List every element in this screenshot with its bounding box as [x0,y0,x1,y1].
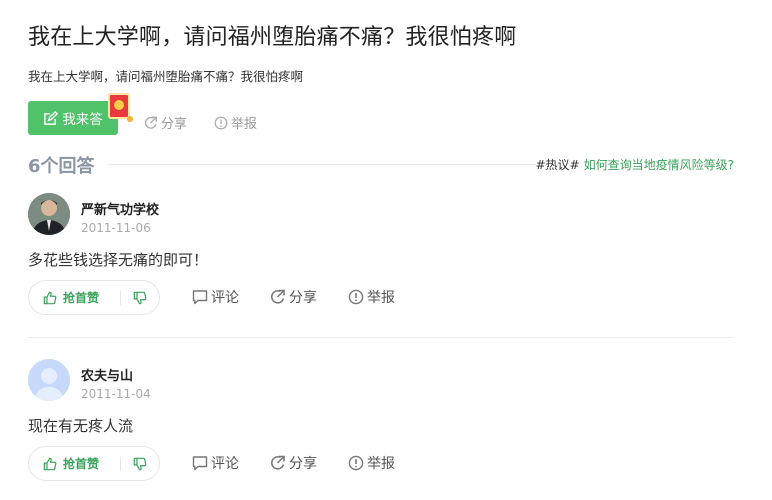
avatar[interactable] [28,359,70,401]
vote-widget: 抢首赞 [28,280,160,315]
upvote-label: 抢首赞 [63,291,100,305]
comment-icon [192,290,208,305]
user-photo [28,193,70,235]
comment-label: 评论 [211,290,239,306]
upvote-button[interactable]: 抢首赞 [29,289,120,306]
share-icon [271,289,285,304]
default-avatar-icon [28,359,70,401]
avatar[interactable] [28,193,70,235]
downvote-button[interactable] [121,457,159,471]
share-label: 分享 [289,456,317,472]
comment-icon [192,456,208,471]
report-label: 举报 [367,290,395,306]
username[interactable]: 农夫与山 [81,365,133,384]
thumbs-up-icon [43,457,57,470]
share-button[interactable]: 分享 [270,287,317,307]
edit-icon [44,110,59,125]
comment-label: 评论 [211,456,239,472]
vote-widget: 抢首赞 [28,446,160,481]
question-report-button[interactable]: 举报 [214,113,257,132]
answers-header: 6个回答 #热议# 如何查询当地疫情风险等级? [28,152,735,177]
report-label: 举报 [231,117,258,132]
answer-date: 2011-11-06 [81,221,151,235]
share-button[interactable]: 分享 [270,453,317,473]
comment-button[interactable]: 评论 [192,287,239,307]
report-button[interactable]: 举报 [348,453,395,473]
thumbs-up-icon [43,291,57,304]
share-icon [144,116,157,129]
upvote-label: 抢首赞 [63,457,100,471]
red-packet-icon[interactable] [108,93,133,122]
share-label: 分享 [161,117,188,132]
report-label: 举报 [367,456,395,472]
question-description: 我在上大学啊，请问福州堕胎痛不痛？我很怕疼啊 [28,69,304,84]
report-icon [348,289,364,305]
upvote-button[interactable]: 抢首赞 [29,455,120,472]
hot-tag: #热议# [535,158,580,172]
answer-date: 2011-11-04 [81,387,151,401]
share-label: 分享 [289,290,317,306]
report-button[interactable]: 举报 [348,287,395,307]
thumbs-down-icon [133,291,147,304]
report-icon [348,455,364,471]
report-icon [214,116,228,129]
username[interactable]: 严新气功学校 [81,199,159,218]
answer-button-label: 我来答 [62,112,103,128]
hot-topic-link[interactable]: 如何查询当地疫情风险等级? [584,158,734,172]
answer-count: 6个回答 [28,156,95,177]
share-icon [271,455,285,470]
thumbs-down-icon [133,457,147,470]
answer-content: 多花些钱选择无痛的即可！ [28,251,209,269]
divider-line [108,164,536,165]
downvote-button[interactable] [121,291,159,305]
question-share-button[interactable]: 分享 [144,113,187,132]
comment-button[interactable]: 评论 [192,453,239,473]
answer-content: 现在有无疼人流 [28,417,134,435]
question-title: 我在上大学啊，请问福州堕胎痛不痛？我很怕疼啊 [28,25,517,50]
hot-topic: #热议# 如何查询当地疫情风险等级? [536,156,735,173]
answer-divider [28,337,734,338]
answer-button[interactable]: 我来答 [28,101,118,135]
